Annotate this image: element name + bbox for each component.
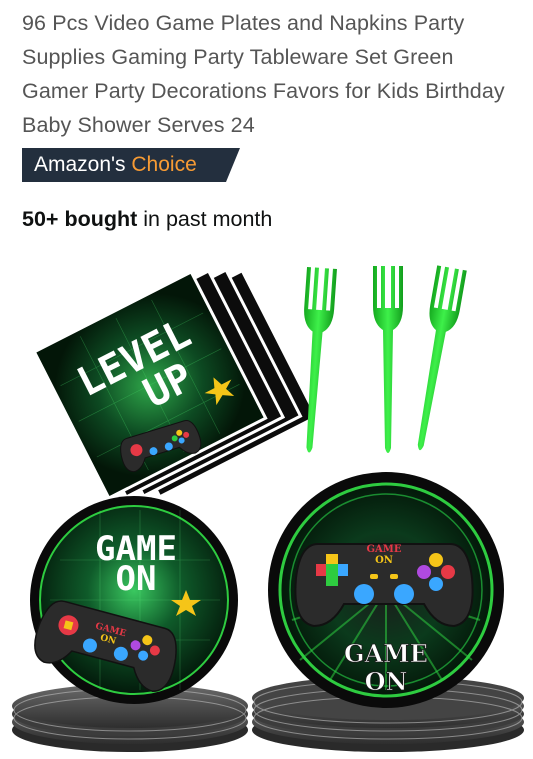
product-image-graphic: LEVEL UP GAME ON GAME ON GAME ON GAME ON xyxy=(12,265,524,752)
fork-icon xyxy=(373,266,403,453)
large-plate-text-on: ON xyxy=(365,667,408,696)
product-image[interactable]: LEVEL UP GAME ON GAME ON GAME ON GAME ON xyxy=(0,248,533,754)
large-plate-text-game: GAME xyxy=(344,639,428,668)
purchase-count: 50+ bought in past month xyxy=(22,204,272,234)
badge-prefix: Amazon's xyxy=(34,153,126,176)
badge-label: Amazon's Choice xyxy=(34,153,197,177)
small-plate-stack: GAME ON GAME ON xyxy=(12,496,248,752)
bought-suffix: in past month xyxy=(143,207,273,231)
fork-icon xyxy=(417,265,467,451)
amazons-choice-badge[interactable]: Amazon's Choice xyxy=(22,148,240,182)
large-plate-stack: GAME ON GAME ON xyxy=(252,472,524,752)
napkin-stack: LEVEL UP xyxy=(32,267,319,501)
badge-accent: Choice xyxy=(131,153,197,176)
product-title: 96 Pcs Video Game Plates and Napkins Par… xyxy=(22,11,505,137)
controller-label-on: ON xyxy=(375,555,393,566)
controller-label-game: GAME xyxy=(367,544,402,555)
small-plate-text-on: ON xyxy=(116,559,157,599)
bought-count: 50+ bought xyxy=(22,207,138,231)
fork-group xyxy=(304,265,467,453)
